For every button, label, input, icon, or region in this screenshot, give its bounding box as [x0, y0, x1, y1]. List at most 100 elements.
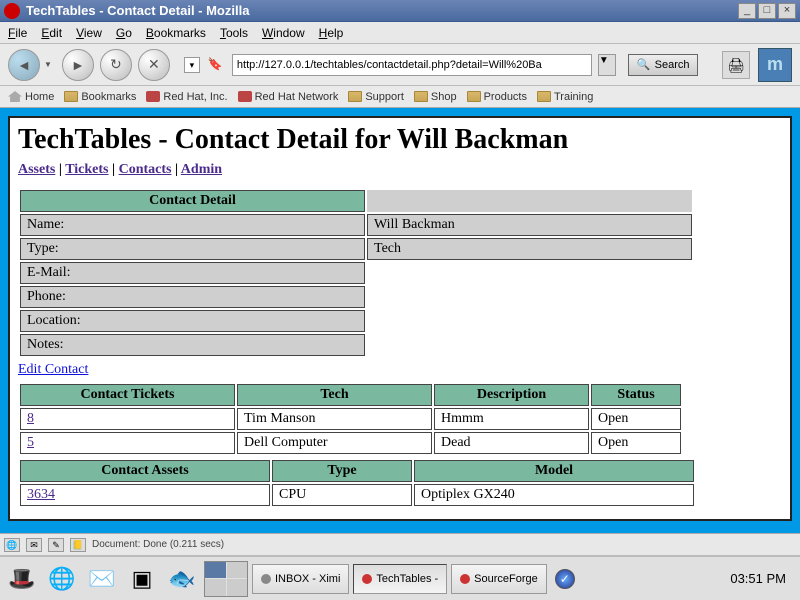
ticket-row: 5Dell ComputerDeadOpen [20, 432, 681, 454]
close-button[interactable]: × [778, 3, 796, 19]
browser-statusbar: 🌐 ✉ ✎ 📒 Document: Done (0.211 secs) [0, 533, 800, 555]
ticket-id-cell: 5 [20, 432, 235, 454]
contact-tickets-table: Contact TicketsTechDescriptionStatus8Tim… [18, 382, 683, 456]
detail-label: E-Mail: [20, 262, 365, 284]
workspace-4[interactable] [227, 579, 248, 596]
forward-button[interactable]: ► [62, 49, 94, 81]
menu-window[interactable]: Window [262, 26, 305, 40]
edit-contact-link[interactable]: Edit Contact [18, 362, 88, 378]
asset-type: CPU [272, 484, 412, 506]
bookmark-item-support[interactable]: Support [348, 91, 404, 103]
workspace-3[interactable] [205, 579, 226, 596]
addressbook-icon[interactable]: 📒 [70, 538, 86, 552]
mail-icon[interactable]: ✉ [26, 538, 42, 552]
detail-row: Location: [20, 310, 692, 332]
minimize-button[interactable]: _ [738, 3, 756, 19]
home-icon [8, 91, 22, 102]
asset-id-cell: 3634 [20, 484, 270, 506]
ticket-status: Open [591, 432, 681, 454]
menu-help[interactable]: Help [319, 26, 344, 40]
nav-link-tickets[interactable]: Tickets [65, 162, 108, 177]
redhat-menu-icon[interactable]: 🎩 [4, 561, 40, 597]
bookmark-toolbar: Home Bookmarks Red Hat, Inc. Red Hat Networ… [0, 86, 800, 108]
bookmark-item-home[interactable]: Home [8, 91, 54, 103]
web-browser-launcher-icon[interactable]: 🌐 [44, 561, 80, 597]
ticket-link[interactable]: 5 [27, 435, 34, 450]
folder-icon [64, 91, 78, 102]
gimp-launcher-icon[interactable]: 🐟 [164, 561, 200, 597]
bookmark-item-red-hat-network[interactable]: Red Hat Network [238, 91, 339, 103]
workspace-2[interactable] [227, 562, 248, 579]
ticket-tech: Tim Manson [237, 408, 432, 430]
nav-link-admin[interactable]: Admin [181, 162, 222, 177]
taskbar-window-button[interactable]: SourceForge [451, 564, 547, 594]
menu-go[interactable]: Go [116, 26, 132, 40]
asset-link[interactable]: 3634 [27, 487, 55, 502]
menu-edit[interactable]: Edit [41, 26, 62, 40]
contact-detail-header: Contact Detail [20, 190, 365, 212]
print-button[interactable]: 🖨 [722, 51, 750, 79]
system-clock[interactable]: 03:51 PM [720, 571, 796, 586]
menu-view[interactable]: View [76, 26, 102, 40]
ticket-desc: Hmmm [434, 408, 589, 430]
stop-button[interactable]: ✕ [138, 49, 170, 81]
menu-bookmarks[interactable]: Bookmarks [146, 26, 206, 40]
link-icon [146, 91, 160, 102]
nav-link-contacts[interactable]: Contacts [119, 162, 172, 177]
taskbar-window-button[interactable]: TechTables - [353, 564, 447, 594]
nav-link-assets[interactable]: Assets [18, 162, 55, 177]
ticket-desc: Dead [434, 432, 589, 454]
window-titlebar: TechTables - Contact Detail - Mozilla _ … [0, 0, 800, 22]
assets-header: Model [414, 460, 694, 482]
asset-model: Optiplex GX240 [414, 484, 694, 506]
bookmark-item-products[interactable]: Products [467, 91, 527, 103]
bookmark-item-shop[interactable]: Shop [414, 91, 457, 103]
ticket-link[interactable]: 8 [27, 411, 34, 426]
folder-icon [467, 91, 481, 102]
folder-icon [537, 91, 551, 102]
update-tray-icon[interactable]: ✓ [555, 569, 575, 589]
detail-label: Name: [20, 214, 365, 236]
search-button[interactable]: 🔍 Search [628, 54, 699, 76]
workspace-1[interactable] [205, 562, 226, 579]
email-launcher-icon[interactable]: ✉️ [84, 561, 120, 597]
url-input[interactable] [232, 54, 592, 76]
window-title: TechTables - Contact Detail - Mozilla [26, 3, 736, 18]
detail-label: Notes: [20, 334, 365, 356]
composer-icon[interactable]: ✎ [48, 538, 64, 552]
menu-file[interactable]: File [8, 26, 27, 40]
back-dropdown-icon[interactable]: ▼ [44, 60, 52, 69]
detail-row: Name:Will Backman [20, 214, 692, 236]
ticket-id-cell: 8 [20, 408, 235, 430]
url-dropdown-button[interactable]: ▼ [598, 54, 616, 76]
reload-button[interactable]: ↻ [100, 49, 132, 81]
tickets-header: Tech [237, 384, 432, 406]
status-text: Document: Done (0.211 secs) [92, 539, 796, 550]
detail-label: Phone: [20, 286, 365, 308]
browser-viewport[interactable]: TechTables - Contact Detail for Will Bac… [0, 108, 800, 533]
url-history-dropdown[interactable]: ▾ [184, 57, 200, 73]
detail-row: Phone: [20, 286, 692, 308]
navigator-icon[interactable]: 🌐 [4, 538, 20, 552]
ticket-status: Open [591, 408, 681, 430]
bookmark-item-red-hat-inc-[interactable]: Red Hat, Inc. [146, 91, 227, 103]
bookmark-item-training[interactable]: Training [537, 91, 593, 103]
workspace-pager[interactable] [204, 561, 248, 597]
app-dot-icon [460, 574, 470, 584]
bookmark-item-bookmarks[interactable]: Bookmarks [64, 91, 136, 103]
back-button[interactable]: ◄ [8, 49, 40, 81]
tickets-header: Description [434, 384, 589, 406]
detail-value: Tech [367, 238, 692, 260]
taskbar-window-button[interactable]: INBOX - Ximi [252, 564, 349, 594]
maximize-button[interactable]: □ [758, 3, 776, 19]
detail-label: Type: [20, 238, 365, 260]
detail-row: Notes: [20, 334, 692, 356]
terminal-launcher-icon[interactable]: ▣ [124, 561, 160, 597]
detail-row: Type:Tech [20, 238, 692, 260]
search-icon: 🔍 [637, 58, 651, 71]
folder-icon [414, 91, 428, 102]
tickets-header: Status [591, 384, 681, 406]
bookmark-page-icon[interactable]: 🔖 [208, 57, 224, 73]
assets-header: Contact Assets [20, 460, 270, 482]
menu-tools[interactable]: Tools [220, 26, 248, 40]
